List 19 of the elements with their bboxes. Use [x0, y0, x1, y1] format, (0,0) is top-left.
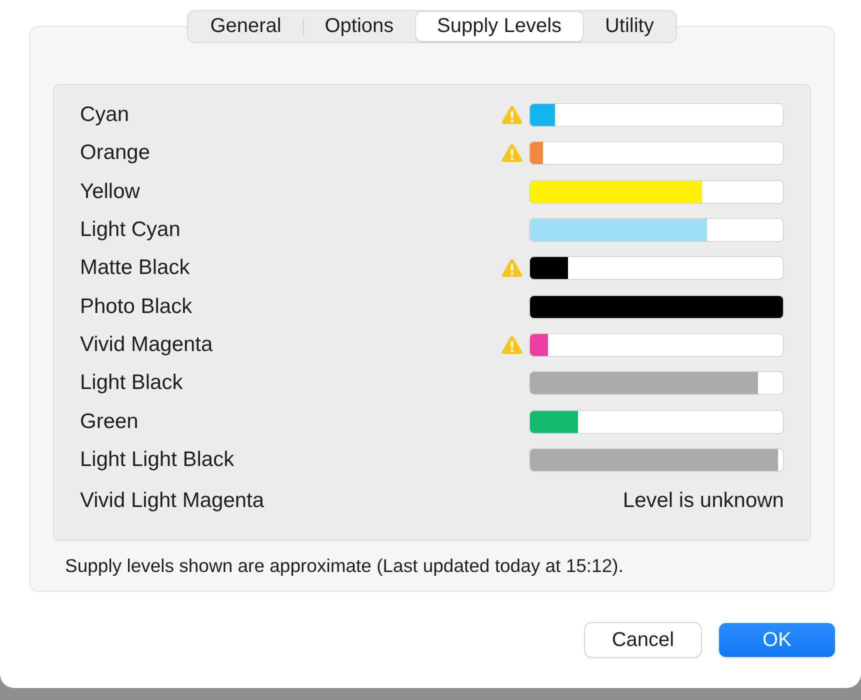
supply-name: Vivid Light Magenta — [80, 488, 264, 513]
supply-name: Orange — [80, 141, 150, 166]
footnote-text: Supply levels shown are approximate (Last updated today at 15:12). — [65, 554, 624, 577]
supply-name: Photo Black — [80, 294, 192, 319]
cancel-button[interactable]: Cancel — [585, 623, 701, 657]
supply-name: Light Cyan — [80, 218, 180, 242]
supply-name: Light Light Black — [80, 448, 234, 472]
ok-button[interactable]: OK — [719, 623, 835, 657]
supply-name: Matte Black — [80, 256, 190, 280]
tab[interactable]: Supply Levels — [416, 12, 583, 41]
tab[interactable]: General — [189, 12, 303, 41]
tab[interactable]: Options — [304, 12, 415, 41]
level-status: Level is unknown — [622, 488, 784, 513]
supply-name: Cyan — [80, 103, 130, 128]
supply-name: Yellow — [80, 180, 140, 204]
supply-name: Vivid Magenta — [80, 332, 213, 357]
supply-name: Green — [80, 410, 138, 434]
tab[interactable]: Utility — [584, 12, 676, 41]
supply-name: Light Black — [80, 371, 183, 396]
